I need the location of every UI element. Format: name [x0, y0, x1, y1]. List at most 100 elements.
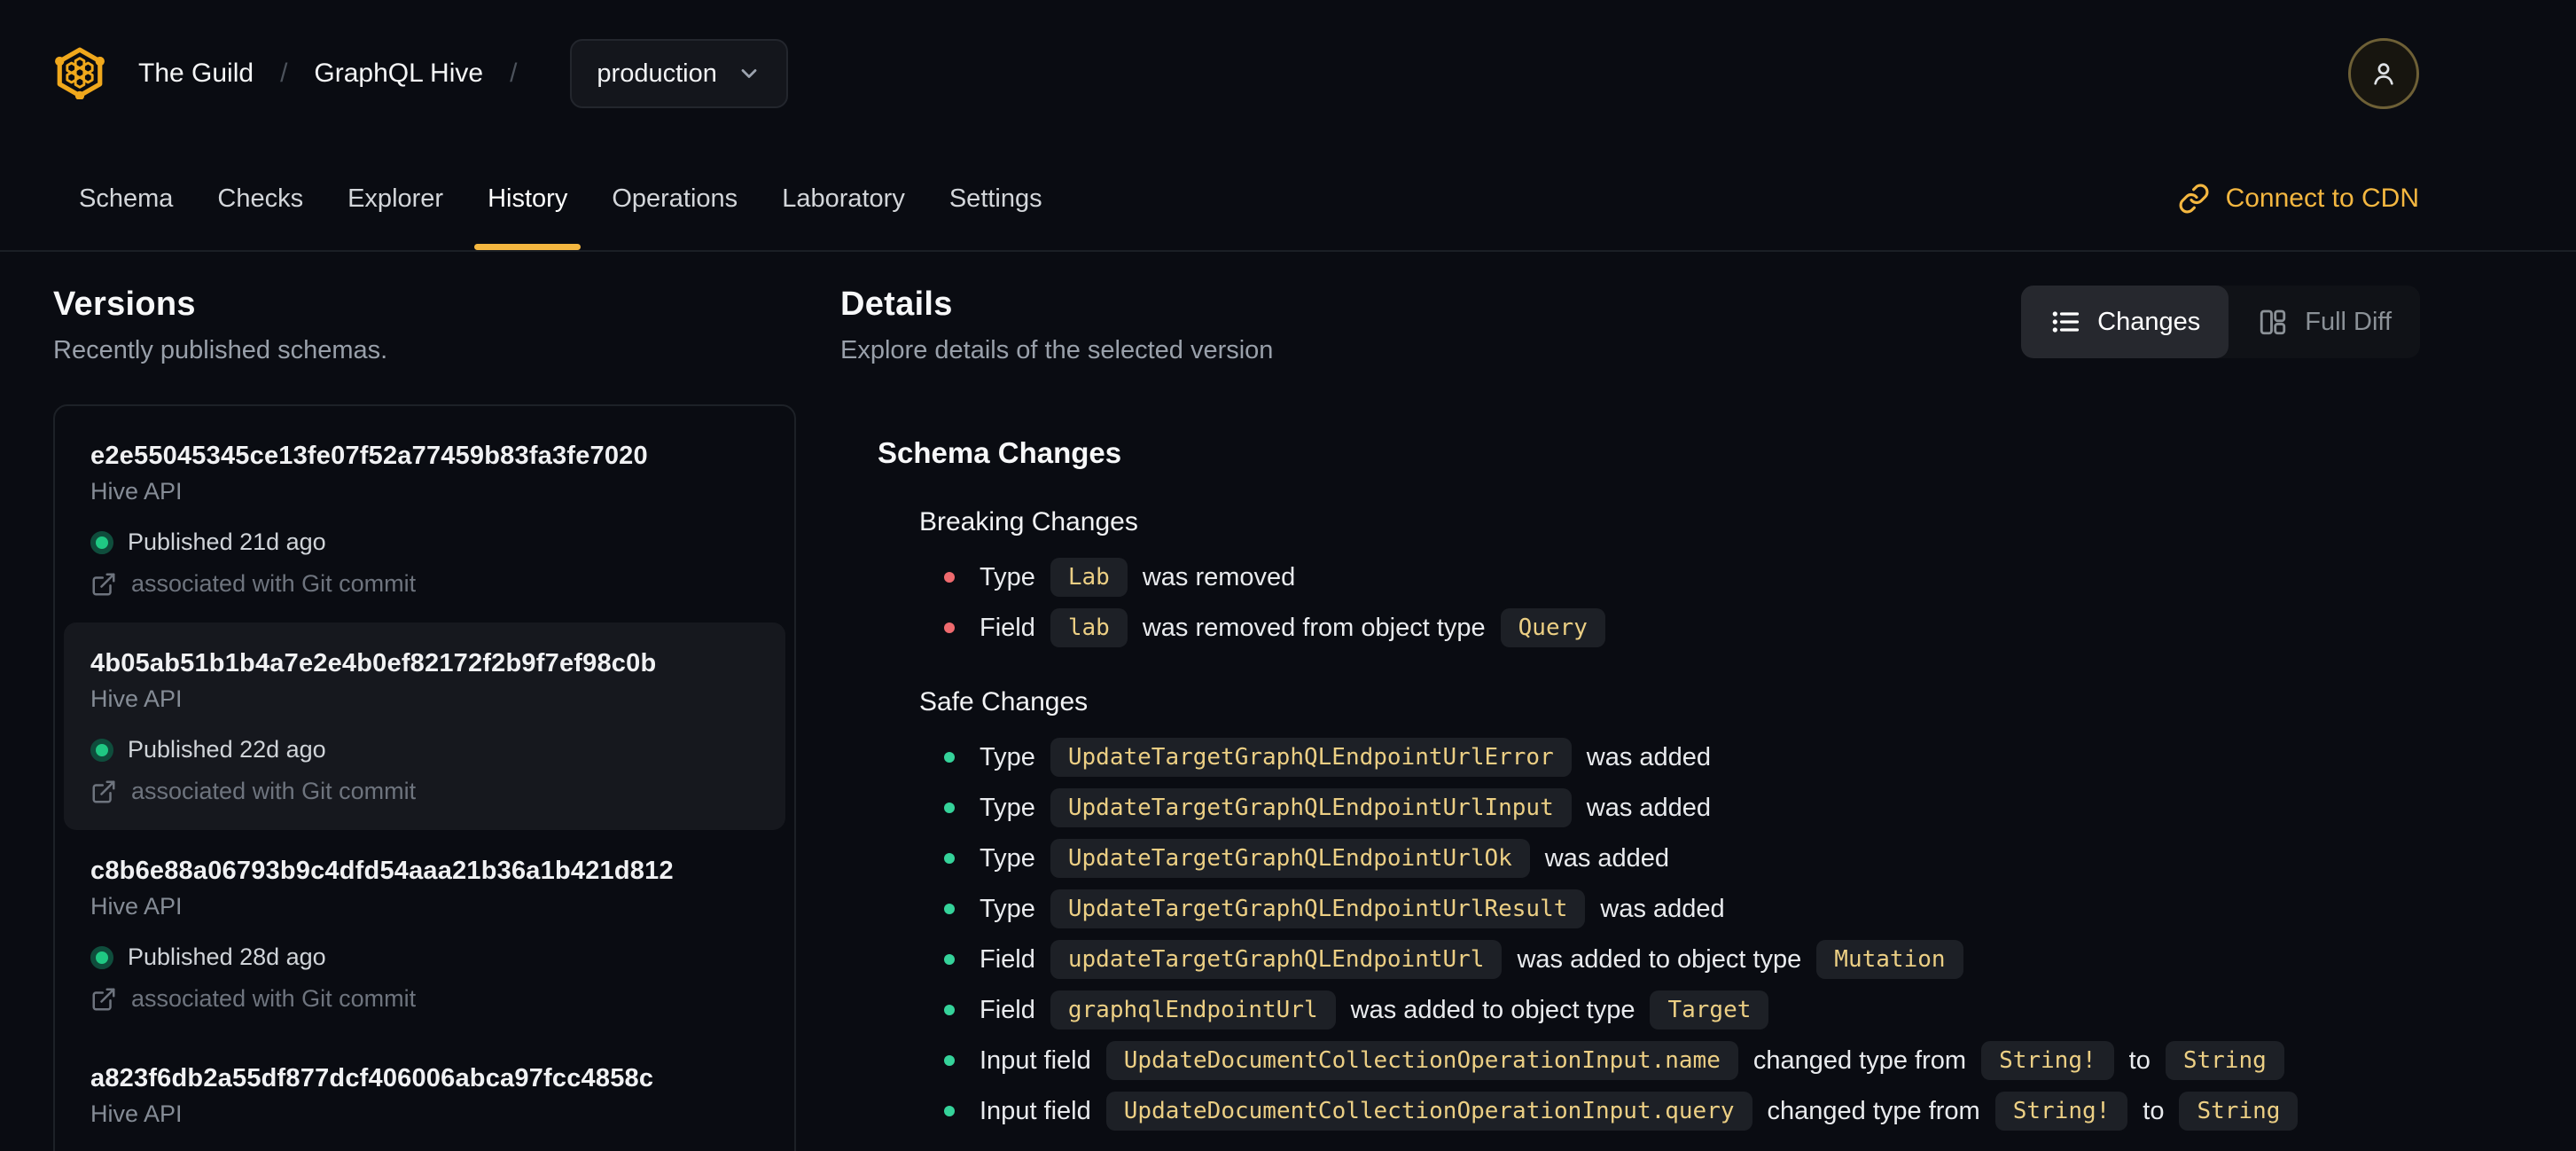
- connect-cdn-link[interactable]: Connect to CDN: [2178, 147, 2419, 250]
- version-published: Published 22d ago: [128, 736, 326, 763]
- change-bullet-icon: [944, 954, 955, 965]
- version-hash: e2e55045345ce13fe07f52a77459b83fa3fe7020: [90, 442, 648, 470]
- user-menu-button[interactable]: [2348, 38, 2419, 109]
- breaking-changes-list: Type Lab was removed Field lab was removed f…: [919, 555, 2420, 650]
- version-hash: c8b6e88a06793b9c4dfd54aaa21b36a1b421d812: [90, 857, 674, 885]
- schema-coordinate-chip: Lab: [1050, 558, 1128, 597]
- change-text: was added to object type: [1517, 944, 1802, 974]
- safe-changes-section: Safe Changes Type UpdateTargetGraphQLEndp…: [878, 687, 2420, 1133]
- main-content: Versions Recently published schemas. e2e…: [0, 252, 2576, 1151]
- breadcrumb: The Guild / GraphQL Hive / production: [138, 39, 788, 108]
- version-hash: 4b05ab51b1b4a7e2e4b0ef82172f2b9f7ef98c0b: [90, 649, 657, 677]
- schema-change-item: Type Lab was removed: [944, 555, 2420, 599]
- breaking-changes-title: Breaking Changes: [919, 507, 1138, 536]
- version-list-item[interactable]: a823f6db2a55df877dcf406006abca97fcc4858c…: [64, 1037, 785, 1151]
- version-service: Hive API: [90, 685, 183, 712]
- change-text: Field: [980, 995, 1035, 1024]
- changes-view-label: Changes: [2097, 307, 2201, 336]
- nav-tab-operations[interactable]: Operations: [589, 147, 760, 250]
- safe-changes-title: Safe Changes: [919, 687, 1089, 716]
- versions-panel: Versions Recently published schemas. e2e…: [53, 286, 796, 1151]
- version-published: Published 28d ago: [128, 944, 326, 970]
- schema-coordinate-chip: String!: [1994, 1092, 2128, 1131]
- chevron-down-icon: [741, 69, 757, 78]
- nav-tab-laboratory[interactable]: Laboratory: [760, 147, 927, 250]
- schema-coordinate-chip: UpdateTargetGraphQLEndpointUrlError: [1050, 738, 1572, 777]
- nav-tab-history[interactable]: History: [465, 147, 589, 250]
- schema-change-item: Type UpdateTargetGraphQLEndpointUrlResult…: [944, 887, 2420, 931]
- change-bullet-icon: [944, 1106, 955, 1116]
- version-service: Hive API: [90, 893, 183, 920]
- full-diff-view-label: Full Diff: [2305, 307, 2392, 336]
- schema-coordinate-chip: UpdateTargetGraphQLEndpointUrlInput: [1050, 788, 1572, 827]
- change-text: was removed: [1142, 562, 1296, 591]
- user-icon: [2374, 63, 2393, 85]
- changes-view-button[interactable]: Changes: [2021, 286, 2229, 358]
- schema-change-item: Input field UpdateDocumentCollectionOpera…: [944, 1089, 2420, 1133]
- nav-tab-explorer[interactable]: Explorer: [325, 147, 465, 250]
- version-service: Hive API: [90, 1100, 183, 1127]
- change-bullet-icon: [944, 1005, 955, 1015]
- change-text: to: [2143, 1096, 2165, 1125]
- top-header: The Guild / GraphQL Hive / production: [0, 0, 2576, 147]
- published-dot-icon: [90, 945, 113, 969]
- details-panel: Details Explore details of the selected …: [840, 286, 2420, 1151]
- details-title: Details: [840, 286, 953, 323]
- schema-coordinate-chip: Query: [1500, 608, 1605, 647]
- breaking-changes-section: Breaking Changes Type Lab was removed Fiel…: [878, 507, 2420, 650]
- schema-change-item: Input field UpdateDocumentCollectionOpera…: [944, 1038, 2420, 1083]
- nav-tab-checks[interactable]: Checks: [195, 147, 325, 250]
- schema-change-item: Field updateTargetGraphQLEndpointUrl was a…: [944, 937, 2420, 982]
- target-selector[interactable]: production: [570, 39, 788, 108]
- change-text: Field: [980, 613, 1035, 642]
- change-text: was removed from object type: [1142, 613, 1486, 642]
- full-diff-view-button[interactable]: Full Diff: [2229, 286, 2420, 358]
- versions-subtitle: Recently published schemas.: [53, 336, 388, 364]
- breadcrumb-org[interactable]: The Guild: [138, 59, 254, 89]
- change-text: Input field: [980, 1096, 1091, 1125]
- schema-coordinate-chip: UpdateTargetGraphQLEndpointUrlOk: [1050, 839, 1530, 878]
- version-list-item[interactable]: e2e55045345ce13fe07f52a77459b83fa3fe7020…: [64, 415, 785, 622]
- change-text: was added: [1586, 742, 1712, 771]
- change-bullet-icon: [944, 803, 955, 813]
- change-text: was added to object type: [1350, 995, 1635, 1024]
- change-text: Type: [980, 793, 1035, 822]
- git-commit-link[interactable]: associated with Git commit: [131, 778, 416, 805]
- versions-list: e2e55045345ce13fe07f52a77459b83fa3fe7020…: [53, 404, 796, 1151]
- link-icon: [2179, 184, 2209, 214]
- nav-tabs: Schema Checks Explorer History Operation…: [57, 147, 1065, 250]
- change-text: Field: [980, 944, 1035, 974]
- nav-tab-schema[interactable]: Schema: [57, 147, 195, 250]
- change-text: changed type from: [1767, 1096, 1980, 1125]
- versions-title: Versions: [53, 286, 196, 323]
- schema-changes-title: Schema Changes: [878, 436, 1122, 469]
- main-nav: Schema Checks Explorer History Operation…: [0, 147, 2576, 252]
- change-text: Input field: [980, 1045, 1091, 1075]
- change-text: Type: [980, 894, 1035, 923]
- details-subtitle: Explore details of the selected version: [840, 336, 1274, 364]
- version-list-item[interactable]: c8b6e88a06793b9c4dfd54aaa21b36a1b421d812…: [64, 830, 785, 1037]
- schema-coordinate-chip: Target: [1650, 990, 1769, 1030]
- split-view-icon: [2260, 309, 2286, 335]
- version-published: Published 21d ago: [128, 529, 326, 555]
- nav-tab-settings[interactable]: Settings: [927, 147, 1065, 250]
- git-commit-link[interactable]: associated with Git commit: [131, 985, 416, 1013]
- breadcrumb-separator: /: [280, 59, 288, 88]
- change-text: Type: [980, 742, 1035, 771]
- schema-coordinate-chip: UpdateDocumentCollectionOperationInput.n…: [1105, 1041, 1738, 1080]
- schema-coordinate-chip: updateTargetGraphQLEndpointUrl: [1050, 940, 1503, 979]
- hive-logo[interactable]: [53, 46, 106, 101]
- change-bullet-icon: [944, 1055, 955, 1066]
- change-bullet-icon: [944, 853, 955, 864]
- breadcrumb-project[interactable]: GraphQL Hive: [314, 59, 483, 89]
- change-text: changed type from: [1752, 1045, 1967, 1075]
- version-list-item[interactable]: 4b05ab51b1b4a7e2e4b0ef82172f2b9f7ef98c0b…: [64, 622, 785, 830]
- schema-coordinate-chip: String: [2165, 1041, 2284, 1080]
- schema-change-item: Field lab was removed from object type Quer…: [944, 606, 2420, 650]
- git-commit-link[interactable]: associated with Git commit: [131, 570, 416, 598]
- published-dot-icon: [90, 738, 113, 762]
- schema-coordinate-chip: Mutation: [1816, 940, 1963, 979]
- schema-change-item: Type UpdateTargetGraphQLEndpointUrlError w…: [944, 735, 2420, 779]
- version-service: Hive API: [90, 478, 183, 505]
- published-dot-icon: [90, 530, 113, 554]
